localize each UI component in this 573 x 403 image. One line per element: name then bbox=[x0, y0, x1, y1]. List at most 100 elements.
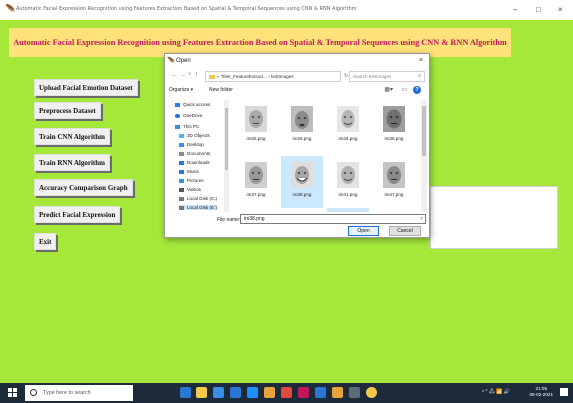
cloud-icon bbox=[175, 113, 180, 118]
help-icon[interactable]: ? bbox=[413, 86, 421, 94]
mail-icon[interactable] bbox=[247, 387, 258, 398]
taskbar-search-placeholder: Type here to search bbox=[43, 390, 91, 396]
cancel-button[interactable]: Cancel bbox=[389, 226, 421, 236]
nav-item-quick-access[interactable]: Quick access bbox=[175, 102, 210, 107]
file-item[interactable] bbox=[281, 208, 323, 212]
chevron-down-icon[interactable]: ˅ bbox=[420, 216, 423, 222]
folder-icon bbox=[209, 74, 215, 79]
feather-icon: 🪶 bbox=[5, 4, 17, 14]
desktop-icon bbox=[179, 142, 184, 147]
video-icon bbox=[179, 187, 184, 192]
train-cnn-button[interactable]: Train CNN Algorithm bbox=[34, 128, 110, 145]
taskbar: Type here to search ᵖ ^ 🖧 📶 🔊 21:05 05-0… bbox=[0, 383, 573, 403]
maximize-button[interactable]: □ bbox=[536, 5, 541, 14]
refresh-icon[interactable]: ↻ bbox=[344, 73, 348, 79]
minimize-button[interactable]: – bbox=[513, 5, 517, 14]
nav-item-documents[interactable]: Documents bbox=[179, 151, 210, 156]
search-input[interactable]: Search testImages ⌕ bbox=[349, 71, 425, 82]
app-icon[interactable] bbox=[264, 387, 275, 398]
preprocess-dataset-button[interactable]: Preprocess Dataset bbox=[34, 102, 101, 119]
file-item[interactable]: im37.png bbox=[235, 156, 277, 208]
pc-icon bbox=[175, 124, 180, 129]
chevron-down-icon[interactable]: ˅ bbox=[188, 72, 192, 78]
file-list-scrollbar-thumb[interactable] bbox=[422, 106, 426, 156]
nav-item-downloads[interactable]: Downloads bbox=[179, 160, 210, 165]
dialog-close-button[interactable]: × bbox=[419, 57, 423, 64]
star-icon bbox=[175, 102, 180, 107]
nav-item-local-disk-c[interactable]: Local Disk (C:) bbox=[179, 196, 217, 201]
file-item[interactable] bbox=[373, 208, 415, 212]
app-icon[interactable] bbox=[298, 387, 309, 398]
taskbar-search-input[interactable]: Type here to search bbox=[25, 385, 133, 401]
disk-icon bbox=[179, 196, 184, 201]
predict-expression-button[interactable]: Predict Facial Expression bbox=[34, 206, 121, 223]
app-icon[interactable] bbox=[349, 387, 360, 398]
notification-icon[interactable] bbox=[560, 388, 568, 396]
nav-item-desktop[interactable]: Desktop bbox=[179, 142, 204, 147]
new-folder-button[interactable]: New folder bbox=[209, 87, 233, 93]
nav-item-onedrive[interactable]: OneDrive bbox=[175, 113, 202, 118]
file-list-scrollbar[interactable] bbox=[421, 100, 427, 212]
dialog-toolbar: Organize ▾ New folder ▦▾ ▭ ? bbox=[169, 86, 425, 96]
file-item[interactable]: im47.png bbox=[373, 156, 415, 208]
file-name: im41.png bbox=[338, 192, 358, 197]
file-item[interactable]: im26.png bbox=[281, 100, 323, 152]
accuracy-graph-button[interactable]: Accuracy Comparison Graph bbox=[34, 179, 133, 196]
upload-dataset-button[interactable]: Upload Facial Emotion Dataset bbox=[34, 79, 138, 96]
close-button[interactable]: × bbox=[558, 5, 563, 14]
organize-menu[interactable]: Organize ▾ bbox=[169, 87, 193, 93]
address-bar[interactable]: « TitleI_FeatureExtract... › testImages bbox=[205, 71, 341, 82]
file-item[interactable] bbox=[327, 208, 369, 212]
app-icon[interactable] bbox=[315, 387, 326, 398]
up-arrow-icon[interactable]: ↑ bbox=[195, 72, 198, 78]
chrome-icon[interactable] bbox=[281, 387, 292, 398]
file-item[interactable] bbox=[235, 208, 277, 212]
app-icon[interactable] bbox=[332, 387, 343, 398]
output-text-area[interactable] bbox=[430, 186, 558, 249]
exit-button[interactable]: Exit bbox=[34, 233, 57, 250]
nav-item-music[interactable]: Music bbox=[179, 169, 199, 174]
music-icon bbox=[179, 169, 184, 174]
view-options-icon[interactable]: ▦▾ bbox=[384, 86, 393, 93]
nav-item-videos[interactable]: Videos bbox=[179, 187, 201, 192]
nav-scrollbar[interactable] bbox=[224, 100, 229, 212]
file-item[interactable]: im34.png bbox=[327, 100, 369, 152]
download-icon bbox=[179, 160, 184, 165]
task-view-icon[interactable] bbox=[180, 387, 191, 398]
file-name: im38.png bbox=[292, 192, 312, 197]
file-item[interactable]: im25.png bbox=[235, 100, 277, 152]
taskbar-clock[interactable]: 21:05 05-02-2021 bbox=[530, 386, 554, 398]
nav-item-this-pc[interactable]: This PC bbox=[175, 124, 199, 129]
file-item-selected[interactable]: im38.png bbox=[281, 156, 323, 208]
file-name: im36.png bbox=[384, 136, 404, 141]
store-icon[interactable] bbox=[230, 387, 241, 398]
face-thumbnail bbox=[245, 162, 267, 188]
open-file-dialog: 🪶 Open × ← → ˅ ↑ « TitleI_FeatureExtract… bbox=[164, 53, 430, 238]
face-thumbnail bbox=[291, 162, 313, 188]
nav-item-3d-objects[interactable]: 3D Objects bbox=[179, 133, 210, 138]
nav-item-pictures[interactable]: Pictures bbox=[179, 178, 204, 183]
file-name: im26.png bbox=[292, 136, 312, 141]
cube-icon bbox=[179, 133, 184, 138]
file-item[interactable]: im41.png bbox=[327, 156, 369, 208]
nav-scrollbar-thumb[interactable] bbox=[225, 108, 228, 170]
address-path: « TitleI_FeatureExtract... › testImages bbox=[217, 74, 294, 79]
face-thumbnail bbox=[337, 162, 359, 188]
edge-icon[interactable] bbox=[213, 387, 224, 398]
file-name: im34.png bbox=[338, 136, 358, 141]
windows-start-icon[interactable] bbox=[8, 388, 18, 398]
nav-item-local-disk-e[interactable]: Local Disk (E:) bbox=[179, 205, 217, 210]
back-arrow-icon[interactable]: ← bbox=[171, 72, 177, 78]
feather-icon: 🪶 bbox=[167, 58, 176, 65]
python-icon[interactable] bbox=[366, 387, 377, 398]
disk-icon bbox=[179, 205, 184, 210]
file-explorer-icon[interactable] bbox=[196, 387, 207, 398]
dialog-title: Open bbox=[176, 58, 191, 64]
forward-arrow-icon[interactable]: → bbox=[180, 72, 186, 78]
train-rnn-button[interactable]: Train RNN Algorithm bbox=[34, 154, 110, 171]
file-name-input[interactable]: im38.png ˅ bbox=[240, 214, 426, 224]
preview-pane-icon[interactable]: ▭ bbox=[401, 86, 407, 93]
open-button[interactable]: Open bbox=[348, 226, 379, 236]
file-item[interactable]: im36.png bbox=[373, 100, 415, 152]
system-tray[interactable]: ᵖ ^ 🖧 📶 🔊 bbox=[482, 389, 510, 397]
